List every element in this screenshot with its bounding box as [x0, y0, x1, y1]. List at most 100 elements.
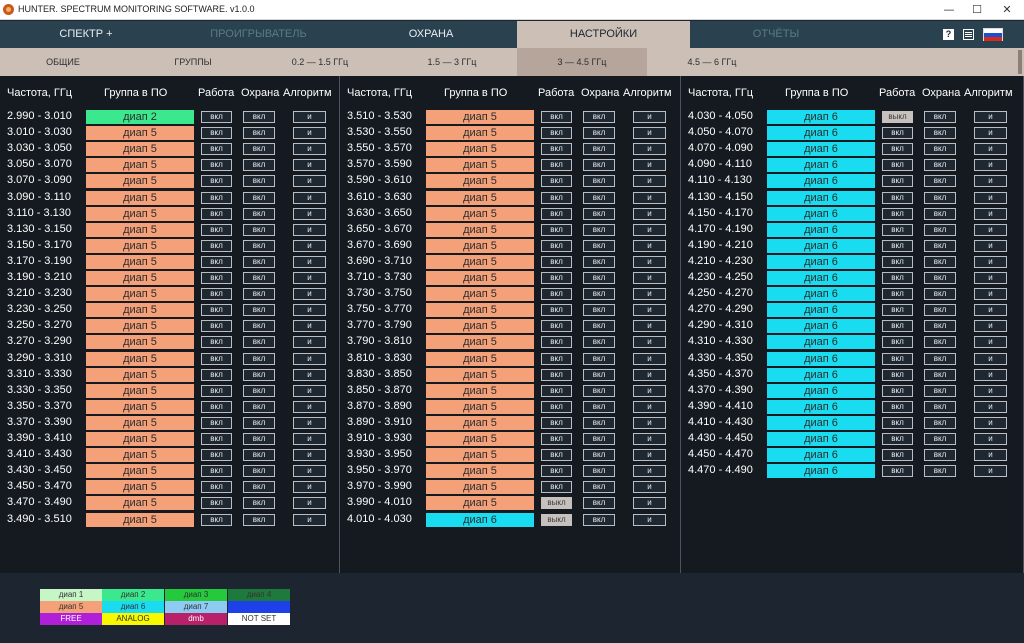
work-toggle[interactable]: вкл	[541, 207, 572, 220]
guard-toggle[interactable]: вкл	[243, 497, 275, 510]
group-select[interactable]: диап 5	[86, 351, 194, 366]
group-select[interactable]: диап 5	[86, 287, 194, 302]
work-toggle[interactable]: вкл	[201, 497, 232, 510]
algorithm-button[interactable]: и	[293, 127, 326, 140]
guard-toggle[interactable]: вкл	[243, 320, 275, 333]
work-toggle[interactable]: вкл	[541, 320, 572, 333]
work-toggle[interactable]: вкл	[201, 465, 232, 478]
group-select[interactable]: диап 5	[86, 432, 194, 446]
guard-toggle[interactable]: вкл	[924, 239, 956, 252]
work-toggle[interactable]: вкл	[541, 159, 572, 172]
work-toggle[interactable]: вкл	[201, 255, 232, 268]
algorithm-button[interactable]: и	[293, 416, 326, 429]
group-select[interactable]: диап 6	[767, 206, 875, 221]
algorithm-button[interactable]: и	[633, 111, 666, 123]
group-select[interactable]: диап 5	[86, 222, 194, 237]
group-select[interactable]: диап 5	[426, 319, 534, 334]
guard-toggle[interactable]: вкл	[243, 255, 275, 268]
work-toggle[interactable]: вкл	[882, 352, 913, 365]
work-toggle[interactable]: вкл	[882, 336, 913, 349]
work-toggle[interactable]: вкл	[882, 272, 913, 284]
algorithm-button[interactable]: и	[633, 449, 666, 462]
guard-toggle[interactable]: вкл	[243, 175, 275, 188]
guard-toggle[interactable]: вкл	[583, 481, 615, 494]
group-select[interactable]: диап 5	[426, 464, 534, 479]
guard-toggle[interactable]: вкл	[924, 449, 956, 462]
work-toggle[interactable]: вкл	[541, 449, 572, 462]
guard-toggle[interactable]: вкл	[243, 272, 275, 284]
guard-toggle[interactable]: вкл	[583, 239, 615, 252]
algorithm-button[interactable]: и	[974, 400, 1007, 413]
work-toggle[interactable]: вкл	[201, 272, 232, 284]
group-select[interactable]: диап 5	[86, 335, 194, 350]
algorithm-button[interactable]: и	[633, 207, 666, 220]
tab-player[interactable]: ПРОИГРЫВАТЕЛЬ	[172, 21, 345, 48]
algorithm-button[interactable]: и	[974, 272, 1007, 284]
group-select[interactable]: диап 6	[767, 383, 875, 398]
guard-toggle[interactable]: вкл	[583, 191, 615, 204]
group-select[interactable]: диап 5	[86, 512, 194, 527]
guard-toggle[interactable]: вкл	[583, 497, 615, 510]
group-select[interactable]: диап 6	[767, 335, 875, 350]
work-toggle[interactable]: вкл	[201, 159, 232, 172]
work-toggle[interactable]: вкл	[201, 400, 232, 413]
subtab-band-3[interactable]: 3 — 4.5 ГГц	[517, 48, 647, 76]
group-select[interactable]: диап 6	[767, 271, 875, 285]
group-select[interactable]: диап 5	[426, 287, 534, 302]
minimize-button[interactable]: —	[934, 0, 964, 20]
group-select[interactable]: диап 6	[426, 512, 534, 527]
work-toggle[interactable]: вкл	[201, 481, 232, 494]
work-toggle[interactable]: вкл	[882, 304, 913, 317]
guard-toggle[interactable]: вкл	[243, 449, 275, 462]
guard-toggle[interactable]: вкл	[583, 159, 615, 172]
work-toggle[interactable]: вкл	[201, 384, 232, 397]
subtab-band-1[interactable]: 0.2 — 1.5 ГГц	[280, 48, 360, 76]
group-select[interactable]: диап 5	[426, 158, 534, 173]
algorithm-button[interactable]: и	[974, 159, 1007, 172]
guard-toggle[interactable]: вкл	[583, 336, 615, 349]
guard-toggle[interactable]: вкл	[243, 191, 275, 204]
algorithm-button[interactable]: и	[974, 191, 1007, 204]
group-select[interactable]: диап 6	[767, 222, 875, 237]
guard-toggle[interactable]: вкл	[243, 207, 275, 220]
work-toggle[interactable]: вкл	[541, 255, 572, 268]
group-select[interactable]: диап 5	[86, 158, 194, 173]
group-select[interactable]: диап 5	[86, 271, 194, 285]
work-toggle[interactable]: вкл	[541, 416, 572, 429]
work-toggle[interactable]: вкл	[201, 239, 232, 252]
guard-toggle[interactable]: вкл	[924, 223, 956, 236]
guard-toggle[interactable]: вкл	[924, 384, 956, 397]
work-toggle[interactable]: вкл	[541, 400, 572, 413]
guard-toggle[interactable]: вкл	[583, 288, 615, 301]
algorithm-button[interactable]: и	[293, 207, 326, 220]
algorithm-button[interactable]: и	[974, 352, 1007, 365]
work-toggle[interactable]: вкл	[882, 223, 913, 236]
guard-toggle[interactable]: вкл	[924, 336, 956, 349]
group-select[interactable]: диап 5	[86, 480, 194, 495]
work-toggle[interactable]: вкл	[541, 481, 572, 494]
guard-toggle[interactable]: вкл	[583, 255, 615, 268]
algorithm-button[interactable]: и	[293, 191, 326, 204]
guard-toggle[interactable]: вкл	[583, 320, 615, 333]
algorithm-button[interactable]: и	[293, 320, 326, 333]
algorithm-button[interactable]: и	[293, 433, 326, 445]
guard-toggle[interactable]: вкл	[924, 191, 956, 204]
algorithm-button[interactable]: и	[974, 449, 1007, 462]
work-toggle[interactable]: выкл	[541, 513, 572, 526]
group-select[interactable]: диап 6	[767, 126, 875, 141]
guard-toggle[interactable]: вкл	[924, 127, 956, 140]
work-toggle[interactable]: вкл	[201, 352, 232, 365]
group-select[interactable]: диап 6	[767, 303, 875, 318]
work-toggle[interactable]: вкл	[201, 111, 232, 123]
algorithm-button[interactable]: и	[974, 416, 1007, 429]
group-select[interactable]: диап 5	[426, 399, 534, 414]
work-toggle[interactable]: вкл	[882, 207, 913, 220]
algorithm-button[interactable]: и	[633, 223, 666, 236]
guard-toggle[interactable]: вкл	[924, 272, 956, 284]
algorithm-button[interactable]: и	[974, 175, 1007, 188]
algorithm-button[interactable]: и	[974, 368, 1007, 381]
algorithm-button[interactable]: и	[633, 416, 666, 429]
work-toggle[interactable]: вкл	[201, 368, 232, 381]
group-select[interactable]: диап 5	[426, 415, 534, 430]
guard-toggle[interactable]: вкл	[583, 465, 615, 478]
